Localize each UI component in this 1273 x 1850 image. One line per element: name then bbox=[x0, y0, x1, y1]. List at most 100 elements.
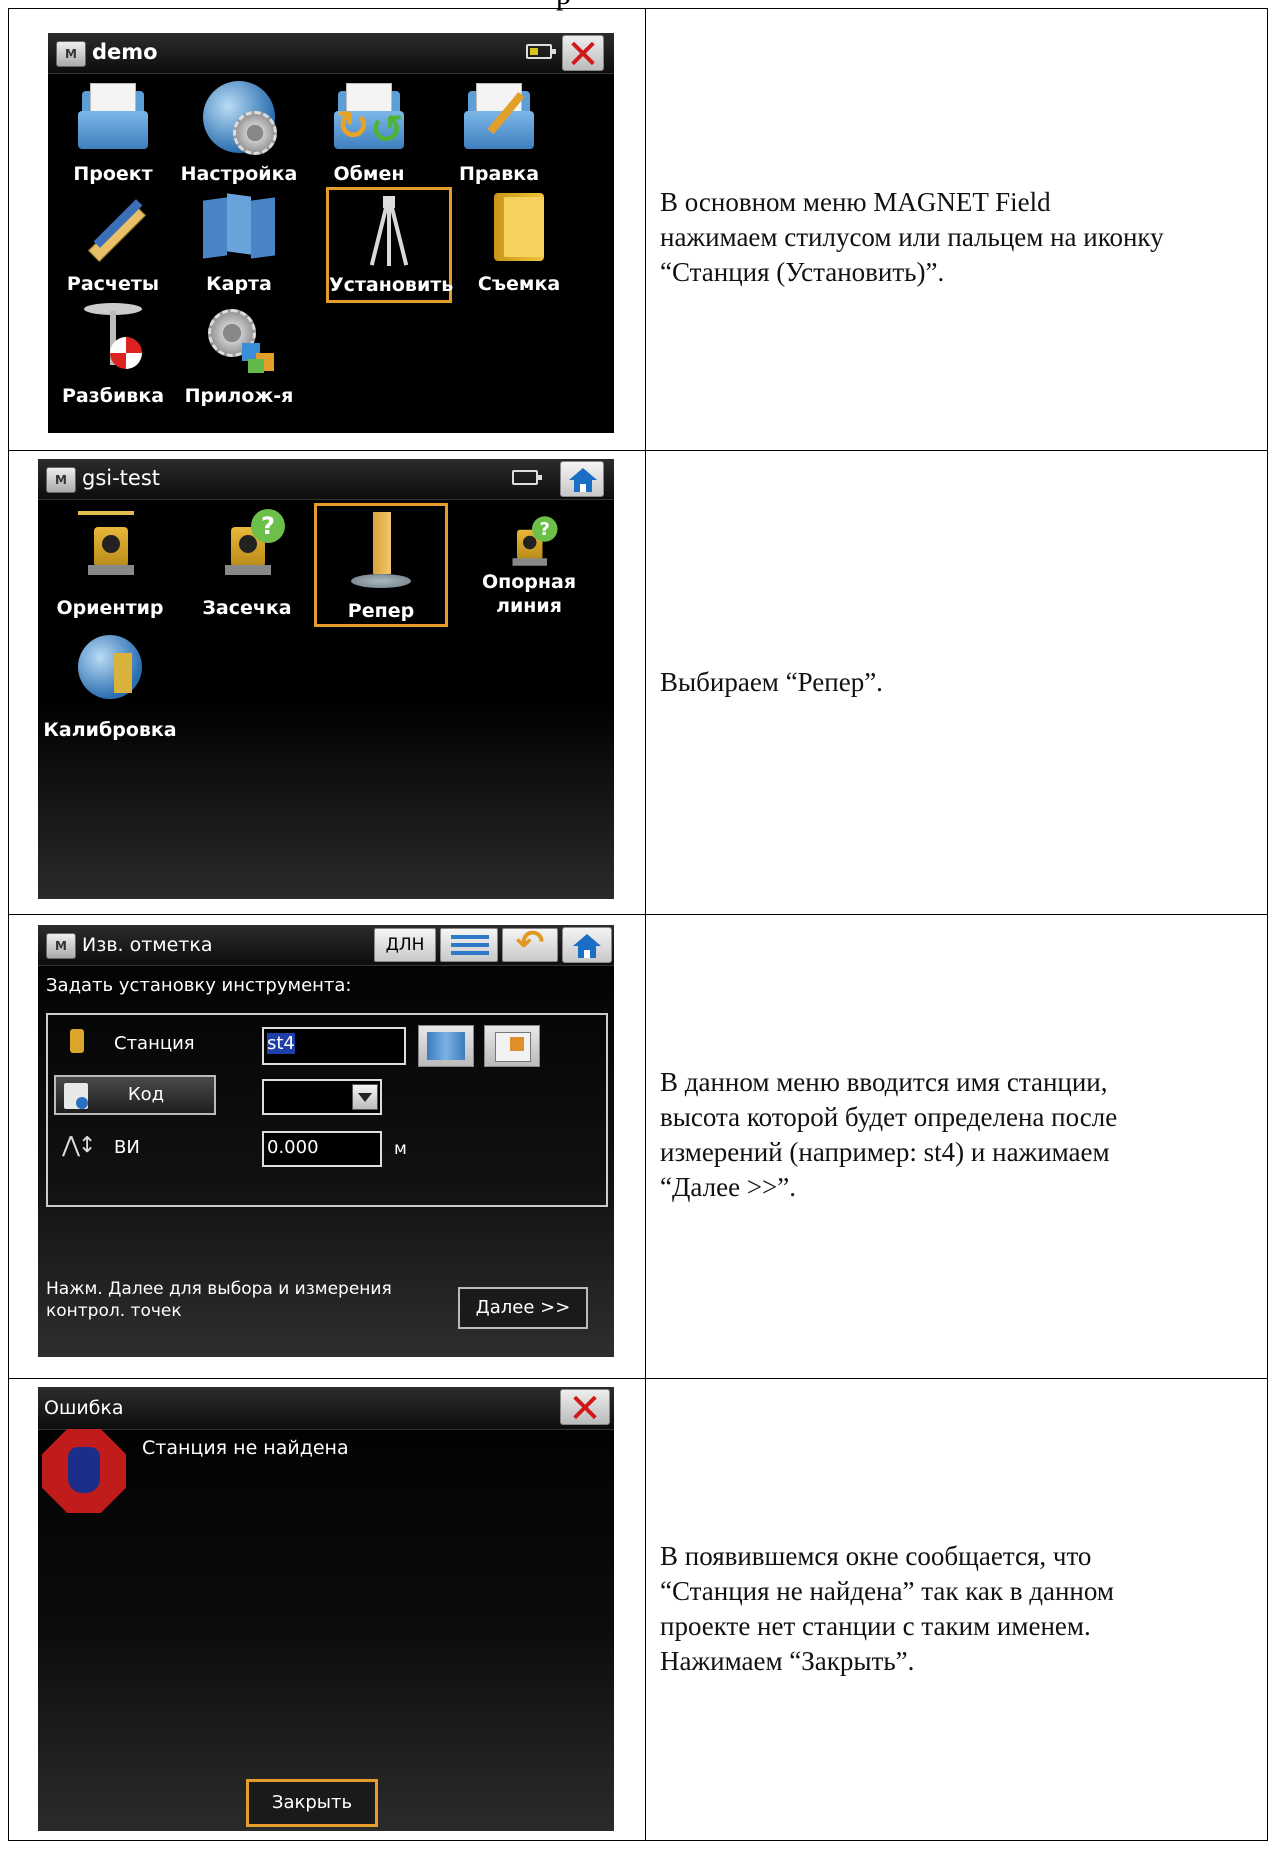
screenshot-cell: M Изв. отметка ДЛН ↶ Задать установку ин… bbox=[8, 914, 646, 1379]
folder-icon bbox=[78, 83, 148, 149]
hint-text: контрол. точек bbox=[46, 1301, 182, 1321]
total-station-icon bbox=[78, 509, 142, 583]
description-line: высота которой будет определена после bbox=[660, 1102, 1118, 1132]
table-row: M Изв. отметка ДЛН ↶ Задать установку ин… bbox=[8, 914, 1268, 1379]
hint-text: Нажм. Далее для выбора и измерения bbox=[46, 1279, 392, 1299]
menu-item-apps[interactable]: Прилож-я bbox=[176, 303, 302, 415]
magnet-logo-icon[interactable]: M bbox=[46, 467, 76, 493]
form-panel: Станция st4 Код ⋀↕ ВИ 0.000 м bbox=[46, 1013, 608, 1207]
app-title: gsi-test bbox=[82, 466, 161, 490]
baseline-icon: ? bbox=[505, 516, 558, 572]
globe-gear-icon bbox=[203, 81, 277, 155]
menu-item-edit[interactable]: Правка bbox=[436, 77, 562, 189]
description-line: В появившемся окне сообщается, что bbox=[660, 1541, 1092, 1571]
hi-label: ВИ bbox=[114, 1137, 140, 1158]
stakeout-icon bbox=[80, 303, 146, 373]
description-line: “Далее >>”. bbox=[660, 1172, 797, 1202]
menu-item-settings[interactable]: Настройка bbox=[176, 77, 302, 189]
magnet-logo-icon[interactable]: M bbox=[56, 41, 86, 67]
description-cell: В появившемся окне сообщается, что “Стан… bbox=[645, 1378, 1268, 1841]
close-icon: ✕ bbox=[568, 1387, 602, 1432]
screenshot-cell: M gsi-test Ориентир ? Засечка Репер ? Оп… bbox=[8, 450, 646, 915]
chevron-down-icon[interactable] bbox=[352, 1084, 378, 1110]
book-icon bbox=[490, 193, 548, 263]
app-title: Изв. отметка bbox=[82, 934, 213, 956]
description-line: “Станция не найдена” так как в данном bbox=[660, 1576, 1114, 1606]
menu-item-exchange[interactable]: ↻ ↺ Обмен bbox=[306, 77, 432, 189]
back-button[interactable]: ↶ bbox=[502, 925, 558, 963]
menu-item-calibration[interactable]: Калибровка bbox=[38, 629, 182, 749]
battery-icon bbox=[526, 44, 556, 59]
table-row: M demo ✕ Проект Настройка ↻ ↺ Обмен Прав… bbox=[8, 8, 1268, 451]
title-bar: Ошибка ✕ bbox=[38, 1387, 614, 1432]
description-line: проекте нет станции с таким именем. bbox=[660, 1611, 1091, 1641]
edit-folder-icon bbox=[464, 83, 534, 149]
known-elevation-screen: M Изв. отметка ДЛН ↶ Задать установку ин… bbox=[38, 925, 614, 1357]
menu-item-baseline[interactable]: ? Опорная линия bbox=[454, 503, 604, 643]
main-menu-screen: M demo ✕ Проект Настройка ↻ ↺ Обмен Прав… bbox=[48, 33, 614, 433]
setup-menu-screen: M gsi-test Ориентир ? Засечка Репер ? Оп… bbox=[38, 459, 614, 899]
code-button[interactable]: Код bbox=[54, 1075, 216, 1115]
description-cell: В основном меню MAGNET Field нажимаем ст… bbox=[645, 8, 1268, 451]
title-bar: M Изв. отметка ДЛН ↶ bbox=[38, 925, 614, 966]
code-dropdown[interactable] bbox=[262, 1079, 382, 1115]
menu-item-map[interactable]: Карта bbox=[176, 189, 302, 301]
point-list-icon bbox=[495, 1032, 531, 1062]
hi-unit: м bbox=[394, 1139, 407, 1159]
setup-prompt: Задать установку инструмента: bbox=[46, 975, 352, 996]
map-icon bbox=[427, 1032, 465, 1060]
description-line: нажимаем стилусом или пальцем на иконку bbox=[660, 222, 1164, 252]
next-button[interactable]: Далее >> bbox=[458, 1287, 588, 1329]
exchange-folder-icon: ↻ ↺ bbox=[334, 83, 404, 153]
description-line: В данном меню вводится имя станции, bbox=[660, 1067, 1108, 1097]
list-icon bbox=[451, 935, 489, 955]
tripod-icon bbox=[359, 196, 419, 266]
point-list-button[interactable] bbox=[484, 1025, 540, 1067]
apps-gear-icon bbox=[202, 303, 276, 373]
distance-mode-button[interactable]: ДЛН bbox=[374, 928, 436, 962]
dialog-title: Ошибка bbox=[44, 1397, 124, 1419]
menu-item-benchmark[interactable]: Репер bbox=[314, 503, 448, 627]
home-button[interactable] bbox=[562, 927, 612, 963]
table-row: Ошибка ✕ Станция не найдена Закрыть В по… bbox=[8, 1378, 1268, 1841]
instrument-height-icon: ⋀↕ bbox=[62, 1133, 97, 1158]
list-button[interactable] bbox=[440, 928, 498, 962]
hi-input[interactable]: 0.000 bbox=[262, 1131, 382, 1167]
description-line: измерений (например: st4) и нажимаем bbox=[660, 1137, 1110, 1167]
close-button[interactable]: ✕ bbox=[562, 33, 604, 78]
error-message: Станция не найдена bbox=[142, 1437, 349, 1459]
app-title: demo bbox=[92, 40, 158, 64]
menu-item-project[interactable]: Проект bbox=[50, 77, 176, 189]
menu-item-calculations[interactable]: Расчеты bbox=[50, 189, 176, 301]
title-bar: M gsi-test bbox=[38, 459, 614, 500]
menu-item-survey[interactable]: Съемка bbox=[456, 189, 582, 301]
description-line: В основном меню MAGNET Field bbox=[660, 187, 1051, 217]
instruction-table: M demo ✕ Проект Настройка ↻ ↺ Обмен Прав… bbox=[8, 8, 1268, 1841]
menu-item-backsight[interactable]: Ориентир bbox=[42, 503, 178, 623]
calibration-globe-icon bbox=[78, 635, 142, 699]
close-dialog-button[interactable]: Закрыть bbox=[246, 1779, 378, 1827]
close-button[interactable]: ✕ bbox=[560, 1387, 610, 1432]
menu-item-stakeout[interactable]: Разбивка bbox=[50, 303, 176, 415]
description-cell: Выбираем “Репер”. bbox=[645, 450, 1268, 915]
home-button[interactable] bbox=[560, 461, 604, 497]
level-staff-icon bbox=[351, 512, 411, 590]
description-line: Выбираем “Репер”. bbox=[660, 667, 883, 697]
ruler-pencil-icon bbox=[78, 191, 148, 262]
close-icon: ✕ bbox=[566, 33, 600, 78]
menu-item-setup[interactable]: Установить bbox=[326, 187, 453, 303]
battery-icon bbox=[512, 470, 542, 485]
screenshot-cell: M demo ✕ Проект Настройка ↻ ↺ Обмен Прав… bbox=[8, 8, 646, 451]
map-select-button[interactable] bbox=[418, 1025, 474, 1067]
screenshot-cell: Ошибка ✕ Станция не найдена Закрыть bbox=[8, 1378, 646, 1841]
station-icon bbox=[70, 1029, 84, 1053]
station-input[interactable]: st4 bbox=[262, 1027, 406, 1065]
error-dialog-screen: Ошибка ✕ Станция не найдена Закрыть bbox=[38, 1387, 614, 1831]
menu-item-resection[interactable]: ? Засечка bbox=[184, 503, 310, 623]
back-arrow-icon: ↶ bbox=[515, 925, 545, 963]
code-info-icon bbox=[64, 1083, 88, 1109]
station-label: Станция bbox=[114, 1033, 195, 1054]
stop-hand-icon bbox=[42, 1429, 126, 1513]
magnet-logo-icon[interactable]: M bbox=[46, 933, 76, 959]
home-icon bbox=[573, 934, 601, 958]
